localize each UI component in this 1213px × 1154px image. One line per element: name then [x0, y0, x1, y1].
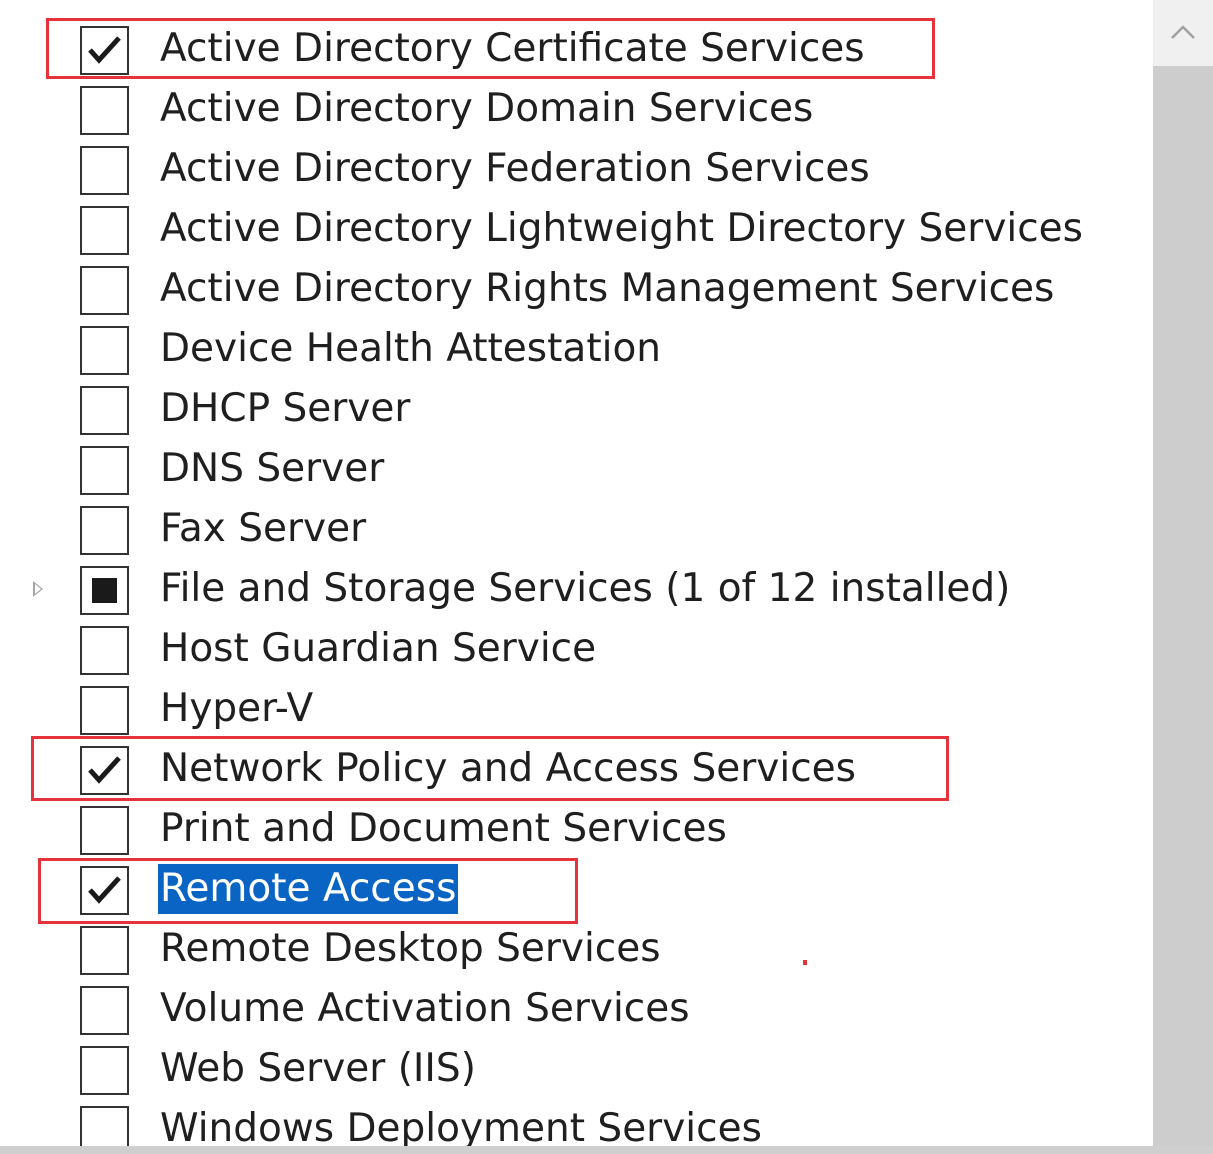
horizontal-scrollbar[interactable] [0, 1146, 1213, 1154]
role-checkbox[interactable] [80, 986, 129, 1035]
roles-list: Active Directory Certificate Services Act… [0, 0, 1153, 1146]
role-checkbox[interactable] [80, 266, 129, 315]
role-item[interactable]: DHCP Server [0, 380, 1153, 440]
role-checkbox[interactable] [80, 626, 129, 675]
role-item[interactable]: File and Storage Services (1 of 12 insta… [0, 560, 1153, 620]
role-item[interactable]: Remote Access [0, 860, 1153, 920]
role-checkbox[interactable] [80, 386, 129, 435]
role-item[interactable]: Host Guardian Service [0, 620, 1153, 680]
role-label[interactable]: File and Storage Services (1 of 12 insta… [158, 564, 1012, 614]
chevron-up-icon [1171, 25, 1195, 39]
role-checkbox[interactable] [80, 326, 129, 375]
scroll-up-button[interactable] [1153, 0, 1213, 66]
role-item[interactable]: Active Directory Domain Services [0, 80, 1153, 140]
role-item[interactable]: Active Directory Federation Services [0, 140, 1153, 200]
role-label[interactable]: Network Policy and Access Services [158, 744, 858, 794]
role-item[interactable]: Active Directory Certificate Services [0, 20, 1153, 80]
role-label[interactable]: Fax Server [158, 504, 368, 554]
triangle-right-icon[interactable] [33, 581, 43, 597]
check-icon [88, 756, 121, 784]
role-checkbox[interactable] [80, 686, 129, 735]
vertical-scrollbar[interactable] [1153, 0, 1213, 1146]
role-checkbox[interactable] [80, 806, 129, 855]
annotation-dot [803, 960, 807, 965]
role-label[interactable]: Active Directory Lightweight Directory S… [158, 204, 1085, 254]
role-checkbox[interactable] [80, 446, 129, 495]
role-item[interactable]: Active Directory Lightweight Directory S… [0, 200, 1153, 260]
role-item[interactable]: Windows Deployment Services [0, 1100, 1153, 1146]
role-label[interactable]: Device Health Attestation [158, 324, 663, 374]
role-item[interactable]: Hyper-V [0, 680, 1153, 740]
role-item[interactable]: Fax Server [0, 500, 1153, 560]
role-item[interactable]: DNS Server [0, 440, 1153, 500]
role-label[interactable]: Hyper-V [158, 684, 315, 734]
role-label[interactable]: Active Directory Rights Management Servi… [158, 264, 1056, 314]
role-item[interactable]: Print and Document Services [0, 800, 1153, 860]
role-item[interactable]: Web Server (IIS) [0, 1040, 1153, 1100]
role-label[interactable]: Remote Access [158, 864, 459, 914]
role-label[interactable]: Active Directory Certificate Services [158, 24, 867, 74]
role-checkbox[interactable] [80, 206, 129, 255]
role-checkbox[interactable] [80, 926, 129, 975]
role-item[interactable]: Network Policy and Access Services [0, 740, 1153, 800]
role-checkbox[interactable] [80, 866, 129, 915]
role-item[interactable]: Active Directory Rights Management Servi… [0, 260, 1153, 320]
check-icon [88, 36, 121, 64]
role-label[interactable]: Active Directory Federation Services [158, 144, 872, 194]
role-label[interactable]: Print and Document Services [158, 804, 729, 854]
role-label[interactable]: DHCP Server [158, 384, 412, 434]
role-label[interactable]: DNS Server [158, 444, 386, 494]
scroll-thumb[interactable] [1153, 66, 1213, 1146]
role-item[interactable]: Volume Activation Services [0, 980, 1153, 1040]
role-label[interactable]: Active Directory Domain Services [158, 84, 815, 134]
role-checkbox[interactable] [80, 86, 129, 135]
role-checkbox[interactable] [80, 146, 129, 195]
role-item[interactable]: Remote Desktop Services [0, 920, 1153, 980]
role-label[interactable]: Host Guardian Service [158, 624, 598, 674]
role-label[interactable]: Web Server (IIS) [158, 1044, 478, 1094]
role-item[interactable]: Device Health Attestation [0, 320, 1153, 380]
role-checkbox[interactable] [80, 1046, 129, 1095]
role-label[interactable]: Remote Desktop Services [158, 924, 663, 974]
role-checkbox[interactable] [80, 566, 129, 615]
role-checkbox[interactable] [80, 506, 129, 555]
partial-check-icon [92, 578, 117, 603]
role-label[interactable]: Volume Activation Services [158, 984, 692, 1034]
role-checkbox[interactable] [80, 1106, 129, 1146]
role-checkbox[interactable] [80, 26, 129, 75]
check-icon [88, 876, 121, 904]
role-checkbox[interactable] [80, 746, 129, 795]
role-label[interactable]: Windows Deployment Services [158, 1104, 764, 1146]
